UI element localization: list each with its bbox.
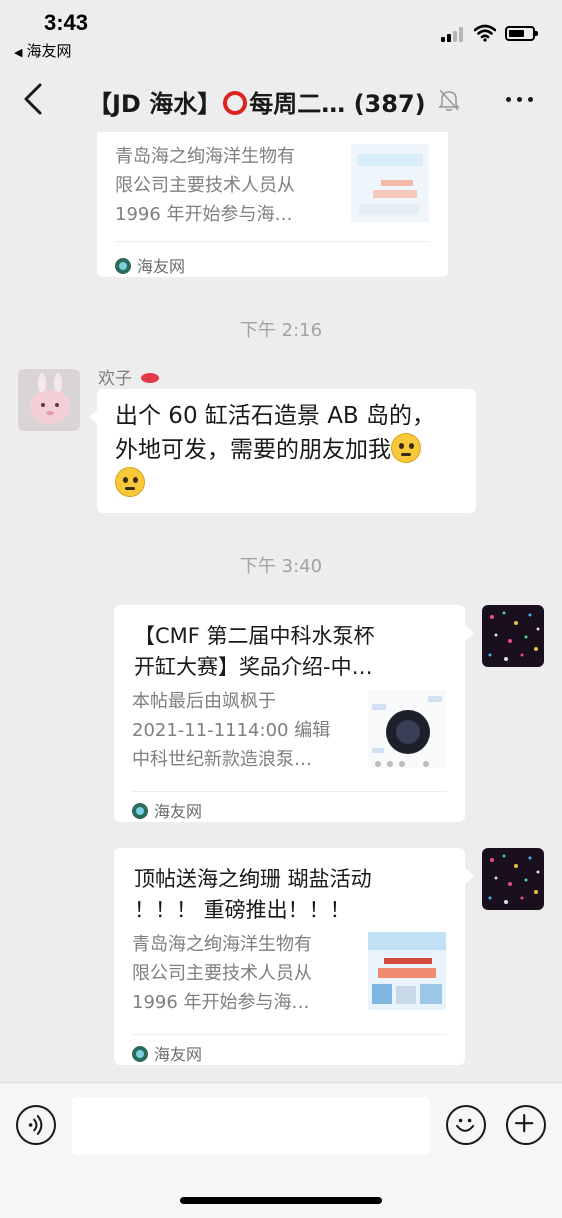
card-desc-line: 限公司主要技术人员从 [115, 175, 295, 196]
link-card-top[interactable]: 青岛海之绚海洋生物有 限公司主要技术人员从 1996 年开始参与海… 海友网 [97, 132, 448, 277]
source-logo-icon [132, 803, 148, 819]
source-logo-icon [132, 1046, 148, 1062]
smirk-emoji-icon [115, 467, 145, 497]
message-text: 出个 60 缸活石造景 AB 岛的， 外地可发，需要的朋友加我 [115, 399, 455, 501]
emoji-picker-icon[interactable] [446, 1105, 486, 1145]
home-indicator [180, 1197, 382, 1204]
voice-input-icon[interactable] [16, 1105, 56, 1145]
card-divider [132, 1034, 447, 1035]
link-card[interactable]: 顶帖送海之绚珊 瑚盐活动 ！！！ 重磅推出！！！ 青岛海之绚海洋生物有 限公司主… [114, 848, 474, 1065]
cellular-signal-icon [441, 26, 467, 42]
back-to-app-link[interactable]: ◀ 海友网 [14, 40, 71, 61]
message-timestamp: 下午 2:16 [239, 320, 323, 341]
more-attachments-plus-icon[interactable] [506, 1105, 546, 1145]
card-source-label: 海友网 [154, 802, 203, 821]
card-source: 海友网 [115, 253, 185, 277]
card-title-line: 开缸大赛】奖品介绍-中… [134, 655, 373, 679]
source-logo-icon [115, 258, 131, 274]
my-avatar[interactable] [482, 848, 544, 910]
card-title-line: ！！！ 重磅推出！！！ [134, 898, 351, 922]
red-circle-icon [223, 91, 248, 115]
back-app-label: 海友网 [26, 42, 72, 60]
card-description: 青岛海之绚海洋生物有 限公司主要技术人员从 1996 年开始参与海… [132, 930, 362, 1017]
card-title-line: 顶帖送海之绚珊 瑚盐活动 [134, 867, 372, 891]
card-desc-line: 本帖最后由飒枫于 [132, 691, 276, 712]
message-line: 出个 60 缸活石造景 AB 岛的， [115, 403, 436, 429]
battery-icon [505, 26, 538, 41]
my-avatar[interactable] [482, 605, 544, 667]
card-source-label: 海友网 [137, 257, 186, 276]
card-desc-line: 青岛海之绚海洋生物有 [115, 146, 295, 167]
card-title: 顶帖送海之绚珊 瑚盐活动 ！！！ 重磅推出！！！ [134, 864, 434, 926]
card-thumbnail-image [368, 690, 446, 768]
card-desc-line: 限公司主要技术人员从 [132, 963, 312, 984]
chat-title-prefix: 【JD 海水】 [88, 90, 222, 118]
wifi-icon [474, 24, 496, 42]
chat-title: 【JD 海水】 每周二… (387) [88, 84, 448, 119]
status-bar: 3:43 ◀ 海友网 [0, 0, 562, 64]
sender-name: 欢子 [98, 364, 160, 389]
card-desc-line: 中科世纪新款造浪泵… [132, 749, 312, 770]
card-divider [115, 241, 430, 242]
card-desc-line: 1996 年开始参与海… [132, 992, 310, 1013]
mute-bell-icon [438, 89, 460, 112]
message-line [115, 467, 455, 501]
text-message-bubble[interactable]: 出个 60 缸活石造景 AB 岛的， 外地可发，需要的朋友加我 [89, 389, 476, 513]
back-chevron-icon[interactable] [20, 82, 48, 116]
card-source-label: 海友网 [154, 1045, 203, 1064]
card-desc-line: 1996 年开始参与海… [115, 204, 293, 225]
message-timestamp: 下午 3:40 [239, 556, 323, 577]
message-input-bar [0, 1082, 562, 1218]
message-line-text: 外地可发，需要的朋友加我 [115, 437, 391, 463]
card-title: 【CMF 第二届中科水泵杯 开缸大赛】奖品介绍-中… [134, 621, 434, 683]
card-source: 海友网 [132, 1041, 202, 1065]
message-text-field[interactable] [72, 1097, 430, 1155]
chat-header: 【JD 海水】 每周二… (387) [0, 64, 562, 132]
chat-title-suffix: 每周二… [249, 90, 346, 118]
sender-name-label: 欢子 [98, 369, 132, 389]
more-options-icon[interactable] [504, 88, 536, 110]
card-thumbnail-image [351, 144, 429, 222]
lips-emoji-icon [141, 373, 160, 383]
card-desc-line: 青岛海之绚海洋生物有 [132, 934, 312, 955]
card-desc-line: 2021-11-1114:00 编辑 [132, 720, 331, 741]
smirk-emoji-icon [391, 433, 421, 463]
status-time: 3:43 [44, 10, 89, 35]
card-description: 青岛海之绚海洋生物有 限公司主要技术人员从 1996 年开始参与海… [115, 142, 335, 229]
card-source: 海友网 [132, 798, 202, 822]
message-line: 外地可发，需要的朋友加我 [115, 433, 455, 467]
sender-avatar[interactable] [18, 369, 80, 431]
card-description: 本帖最后由飒枫于 2021-11-1114:00 编辑 中科世纪新款造浪泵… [132, 687, 362, 774]
back-triangle-icon: ◀ [14, 46, 23, 59]
chat-message-list[interactable]: 青岛海之绚海洋生物有 限公司主要技术人员从 1996 年开始参与海… 海友网 下… [0, 132, 562, 1082]
card-title-line: 【CMF 第二届中科水泵杯 [134, 624, 375, 648]
card-divider [132, 791, 447, 792]
card-thumbnail-image [368, 932, 446, 1010]
link-card[interactable]: 【CMF 第二届中科水泵杯 开缸大赛】奖品介绍-中… 本帖最后由飒枫于 2021… [114, 605, 474, 822]
member-count: (387) [353, 90, 426, 118]
